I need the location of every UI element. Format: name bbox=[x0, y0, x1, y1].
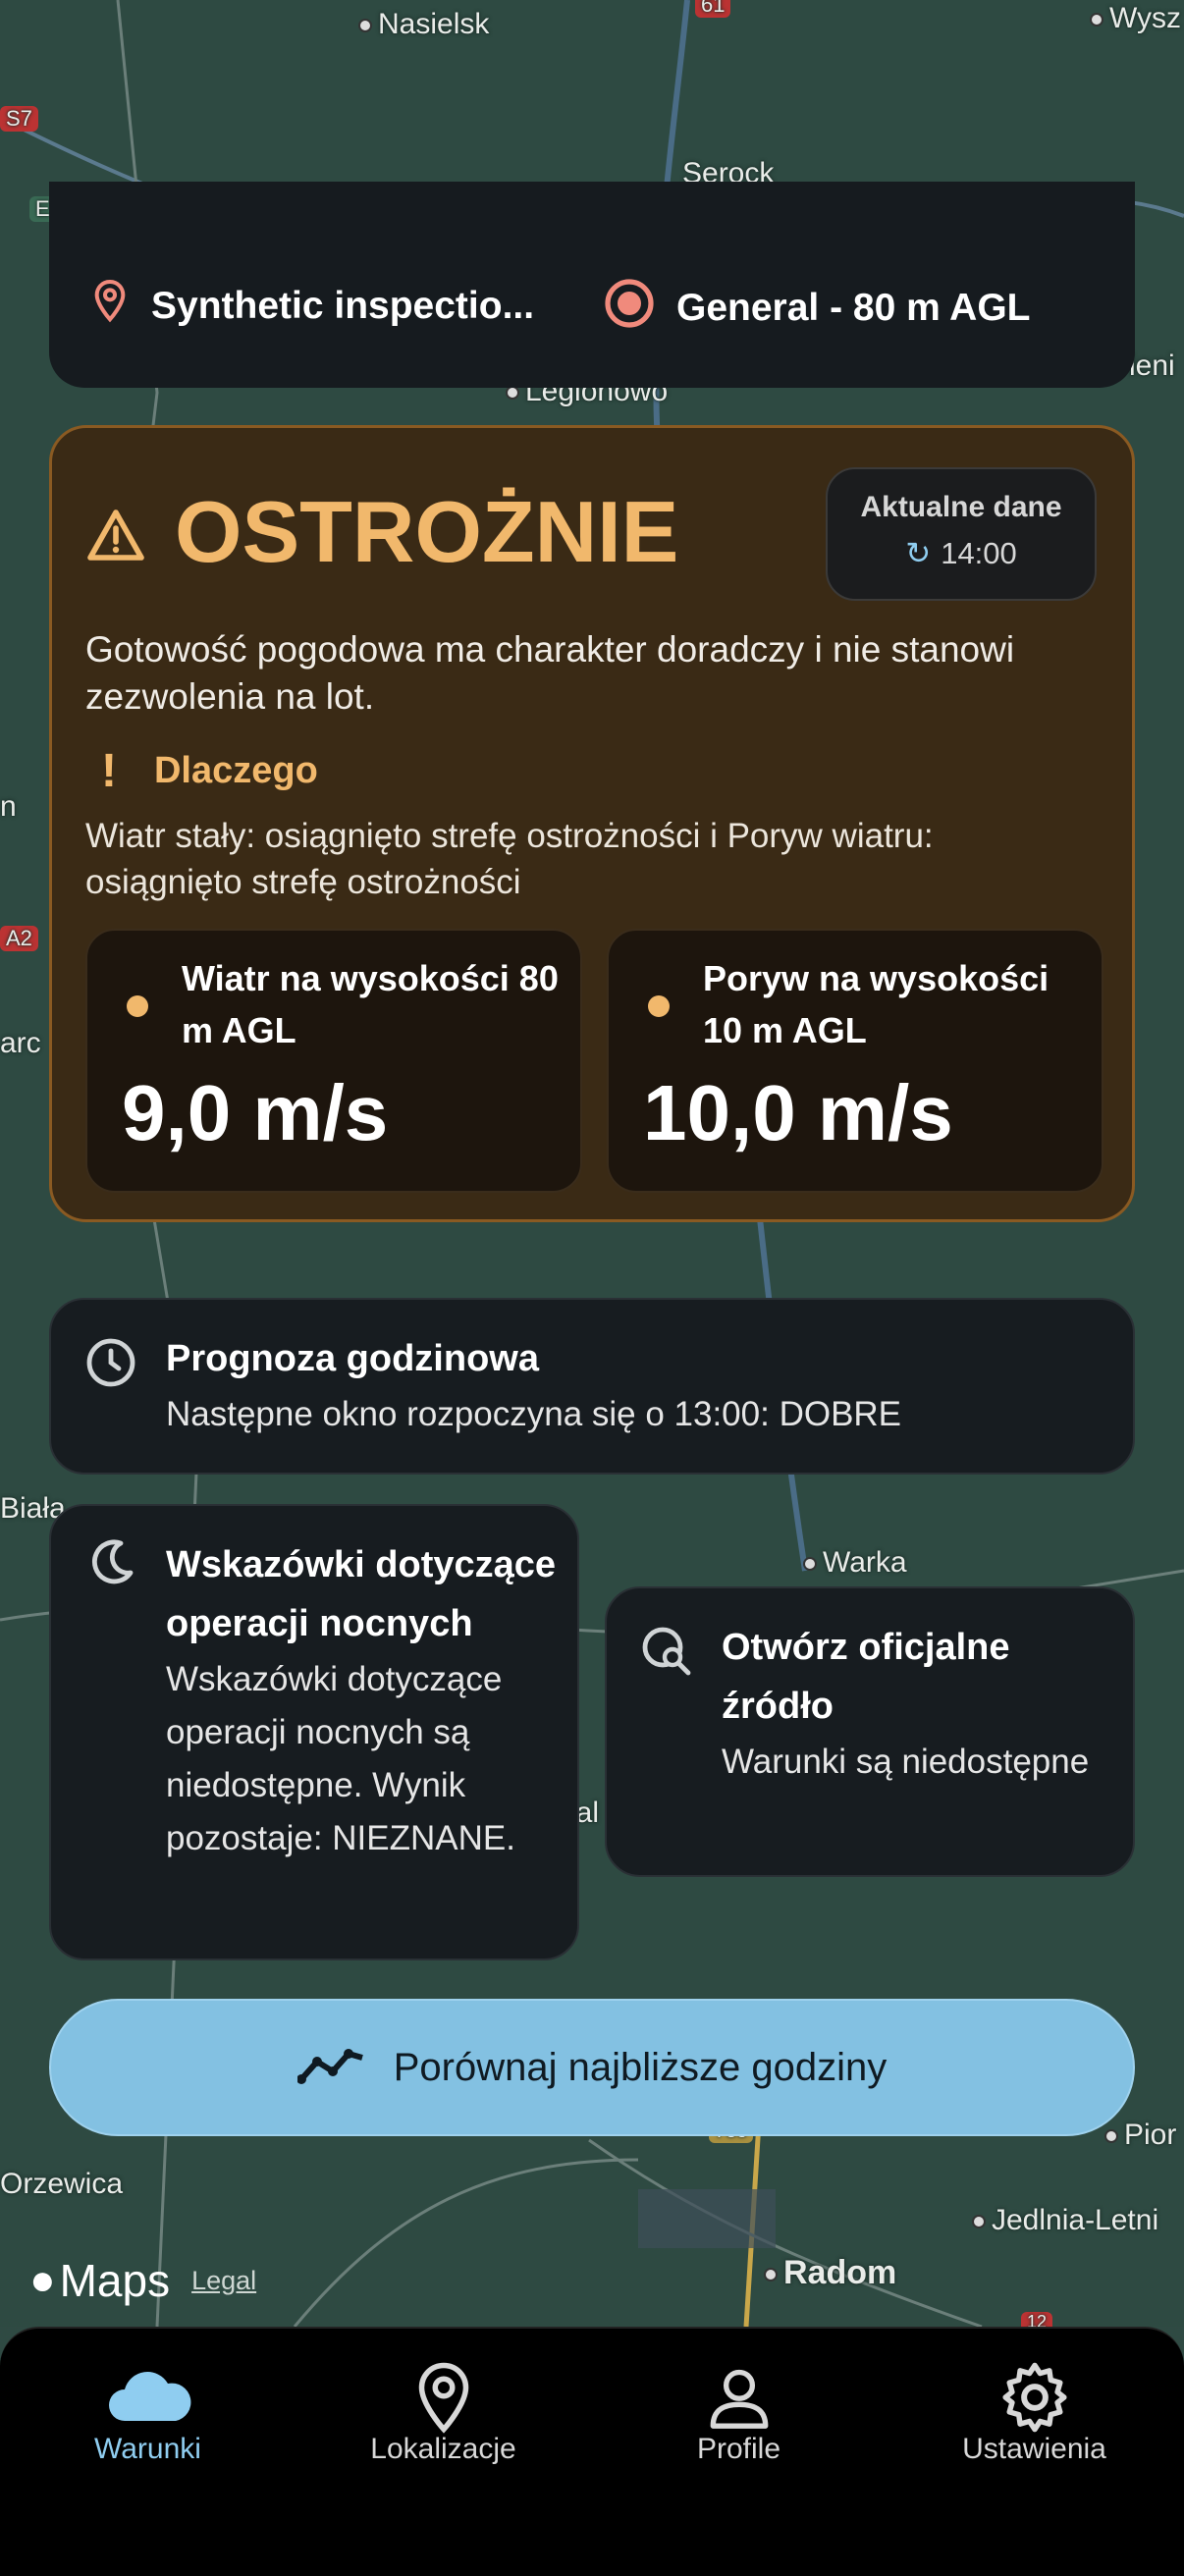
tab-ustawienia[interactable]: Ustawienia bbox=[887, 2329, 1182, 2486]
map-label: ieni bbox=[1129, 349, 1175, 382]
map-label: Pior bbox=[1104, 2119, 1176, 2152]
status-dot bbox=[127, 995, 148, 1017]
status-description: Gotowość pogodowa ma charakter doradczy … bbox=[85, 629, 1015, 717]
map-label: Jedlnia-Letni bbox=[972, 2204, 1158, 2237]
official-source-card[interactable]: Otwórz oficjalne źródło Warunki są niedo… bbox=[605, 1586, 1135, 1877]
apple-logo-icon: ● bbox=[29, 2256, 56, 2304]
tab-label: Warunki bbox=[94, 2433, 201, 2465]
night-ops-subtitle: Wskazówki dotyczące operacji nocnych są … bbox=[166, 1660, 515, 1857]
maps-brand: Maps bbox=[59, 2255, 171, 2306]
profile-name: General - 80 m AGL bbox=[676, 287, 1031, 329]
clock-icon bbox=[85, 1337, 136, 1393]
maps-attribution: ● Maps Legal bbox=[29, 2254, 256, 2307]
map-label: Orzewica bbox=[0, 2168, 124, 2200]
tab-label: Profile bbox=[696, 2433, 781, 2465]
tab-label: Ustawienia bbox=[962, 2433, 1106, 2465]
status-card: OSTROŻNIE Aktualne dane ↻ 14:00 Gotowość … bbox=[49, 425, 1135, 1222]
night-ops-title: Wskazówki dotyczące operacji nocnych bbox=[166, 1544, 557, 1644]
location-name: Synthetic inspectio... bbox=[151, 285, 535, 327]
badge-time-row: ↻ 14:00 bbox=[828, 536, 1095, 571]
metric-label: Poryw na wysokości 10 m AGL bbox=[703, 958, 1049, 1050]
metric-label: Wiatr na wysokości 80 m AGL bbox=[182, 958, 559, 1050]
official-source-subtitle: Warunki są niedostępne bbox=[722, 1743, 1090, 1781]
warning-icon bbox=[86, 482, 145, 582]
hourly-forecast-card[interactable]: Prognoza godzinowa Następne okno rozpocz… bbox=[49, 1298, 1135, 1475]
moon-icon bbox=[85, 1537, 136, 1593]
web-search-icon bbox=[641, 1626, 692, 1682]
map-label: Nasielsk bbox=[358, 8, 489, 41]
tab-warunki[interactable]: Warunki bbox=[0, 2329, 296, 2486]
metric-value: 9,0 m/s bbox=[122, 1069, 389, 1156]
tab-bar: Warunki Lokalizacje Profile Ustawienia bbox=[0, 2327, 1184, 2576]
compare-hours-label: Porównaj najbliższe godziny bbox=[393, 2045, 888, 2089]
metric-card-wind: Wiatr na wysokości 80 m AGL 9,0 m/s bbox=[85, 929, 582, 1193]
hourly-subtitle: Następne okno rozpoczyna się o 13:00: DO… bbox=[166, 1395, 902, 1433]
tab-lokalizacje[interactable]: Lokalizacje bbox=[296, 2329, 591, 2486]
road-sign: S7 bbox=[0, 106, 38, 132]
night-ops-card[interactable]: Wskazówki dotyczące operacji nocnych Wsk… bbox=[49, 1504, 579, 1960]
location-selector[interactable]: Synthetic inspectio... bbox=[90, 278, 534, 335]
refresh-icon: ↻ bbox=[905, 536, 932, 570]
status-heading: OSTROŻNIE bbox=[86, 482, 678, 582]
why-label: Dlaczego bbox=[153, 750, 318, 791]
trend-line-icon bbox=[296, 2046, 366, 2090]
hourly-title: Prognoza godzinowa bbox=[166, 1338, 539, 1379]
metric-value: 10,0 m/s bbox=[643, 1069, 953, 1156]
metric-card-gust: Poryw na wysokości 10 m AGL 10,0 m/s bbox=[607, 929, 1103, 1193]
compare-hours-button[interactable]: Porównaj najbliższe godziny bbox=[49, 1999, 1135, 2136]
badge-time: 14:00 bbox=[941, 536, 1017, 570]
profile-selector[interactable]: General - 80 m AGL bbox=[604, 278, 1031, 339]
map-label: Warka bbox=[803, 1546, 907, 1580]
tab-profile[interactable]: Profile bbox=[591, 2329, 887, 2486]
exclamation-icon: ! bbox=[101, 745, 117, 797]
location-pin-icon bbox=[90, 278, 130, 335]
status-reason: Wiatr stały: osiągnięto strefę ostrożnoś… bbox=[85, 817, 934, 901]
map-label: Wysz bbox=[1090, 2, 1181, 35]
status-dot bbox=[648, 995, 670, 1017]
badge-label: Aktualne dane bbox=[860, 491, 1062, 523]
legal-link[interactable]: Legal bbox=[191, 2266, 256, 2296]
map-label: Radom bbox=[764, 2254, 896, 2292]
map-label: n bbox=[0, 790, 17, 823]
tab-label: Lokalizacje bbox=[370, 2433, 516, 2465]
map-label: arc bbox=[0, 1027, 41, 1059]
road-sign: A2 bbox=[0, 926, 38, 951]
status-level: OSTROŻNIE bbox=[175, 483, 679, 580]
road-sign: 61 bbox=[695, 0, 731, 18]
target-icon bbox=[604, 278, 655, 339]
top-bar: Synthetic inspectio... General - 80 m AG… bbox=[49, 182, 1135, 388]
why-heading: ! Dlaczego bbox=[101, 744, 318, 798]
current-data-badge[interactable]: Aktualne dane ↻ 14:00 bbox=[826, 467, 1097, 601]
official-source-title: Otwórz oficjalne źródło bbox=[722, 1627, 1010, 1727]
